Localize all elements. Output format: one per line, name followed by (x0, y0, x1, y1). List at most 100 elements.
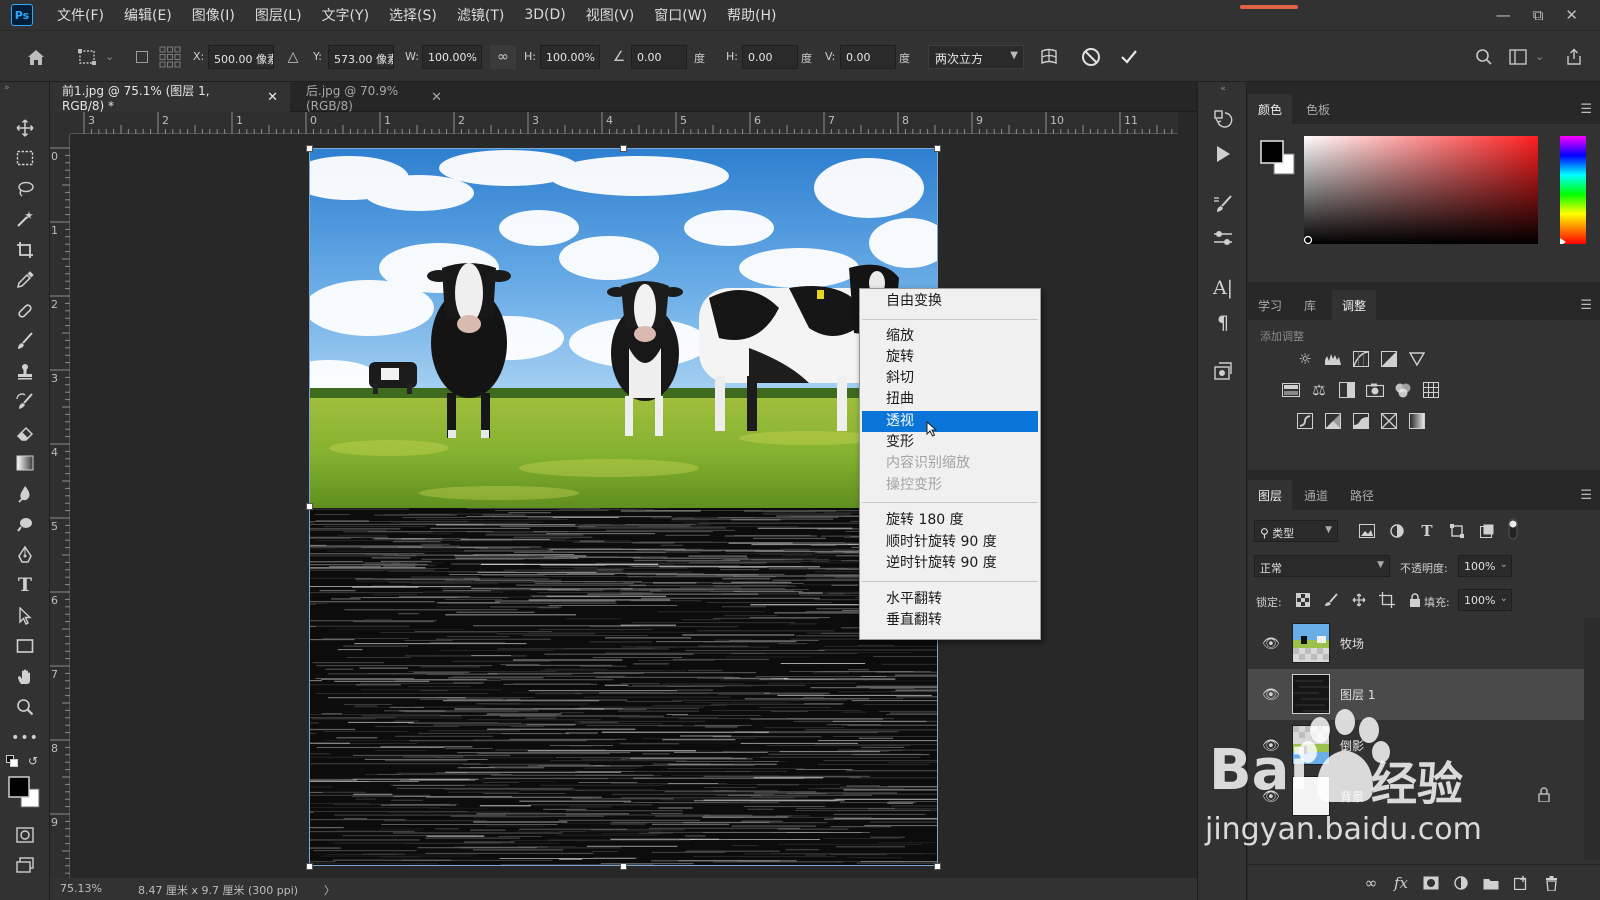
actions-play-icon[interactable] (1210, 141, 1236, 167)
lasso-tool-icon[interactable] (12, 177, 38, 201)
link-icon[interactable]: ∞ (1360, 872, 1382, 894)
menu-item-distort[interactable]: 扭曲 (862, 389, 1038, 410)
filter-toggle-icon[interactable] (1502, 518, 1524, 540)
swap-colors-icon[interactable]: ↺ (26, 754, 40, 768)
crop-tool-icon[interactable] (12, 238, 38, 262)
rectangle-tool-icon[interactable] (12, 634, 38, 658)
3d-panel-icon[interactable] (1210, 359, 1236, 385)
marquee-tool-icon[interactable] (12, 146, 38, 170)
adjustment-icon[interactable] (1450, 872, 1472, 894)
magic-wand-tool-icon[interactable] (12, 207, 38, 231)
tab-paths[interactable]: 路径 (1340, 480, 1384, 510)
menu-item-flip-vertical[interactable]: 垂直翻转 (862, 610, 1038, 631)
fx-icon[interactable]: fx (1390, 872, 1412, 894)
selective-color-icon[interactable] (1378, 410, 1400, 432)
more-tools-icon[interactable]: ••• (11, 726, 38, 750)
warp-mode-icon[interactable] (1036, 45, 1062, 69)
move-tool-icon[interactable] (12, 116, 38, 140)
lock-transparent-icon[interactable] (1292, 589, 1314, 611)
transform-handle[interactable] (306, 503, 313, 510)
menu-item-rotate-90-ccw[interactable]: 逆时针旋转 90 度 (862, 553, 1038, 574)
photo-filter-icon[interactable] (1364, 379, 1386, 401)
ruler-origin[interactable] (50, 112, 70, 134)
folder-icon[interactable] (1480, 872, 1502, 894)
quick-mask-icon[interactable] (12, 823, 38, 847)
tab-document-front[interactable]: 前1.jpg @ 75.1% (图层 1, RGB/8) * ✕ (50, 82, 290, 113)
visibility-eye-icon[interactable]: 👁 (1262, 687, 1280, 703)
gradient-map-icon[interactable] (1406, 410, 1428, 432)
menu-type[interactable]: 文字(Y) (322, 5, 369, 25)
reference-point-checkbox[interactable] (134, 45, 150, 69)
workspace-chevron-icon[interactable]: ⌄ (1535, 50, 1544, 63)
restore-icon[interactable]: ⧉ (1533, 6, 1544, 24)
blur-tool-icon[interactable] (12, 482, 38, 506)
cancel-transform-icon[interactable] (1078, 45, 1104, 69)
menu-3d[interactable]: 3D(D) (524, 7, 565, 23)
search-icon[interactable] (1472, 45, 1496, 69)
transform-handle[interactable] (306, 863, 313, 870)
vskew-field[interactable]: 0.00 (840, 45, 896, 69)
commit-transform-icon[interactable] (1116, 45, 1142, 69)
menu-item-flip-horizontal[interactable]: 水平翻转 (862, 589, 1038, 610)
history-brush-tool-icon[interactable] (12, 390, 38, 414)
black-white-icon[interactable] (1336, 379, 1358, 401)
transform-handle[interactable] (620, 863, 627, 870)
fill-field[interactable]: 100% ⌄ (1458, 589, 1512, 611)
close-icon[interactable]: ✕ (267, 90, 278, 105)
lock-artboard-icon[interactable] (1376, 589, 1398, 611)
color-balance-icon[interactable]: ⚖ (1308, 379, 1330, 401)
collapse-toolbar-icon[interactable]: » (4, 82, 30, 94)
menu-layer[interactable]: 图层(L) (255, 5, 302, 25)
filter-pixel-icon[interactable] (1356, 520, 1378, 542)
filter-shape-icon[interactable] (1446, 520, 1468, 542)
share-icon[interactable] (1562, 45, 1586, 69)
width-field[interactable]: 100.00% (422, 45, 482, 69)
panel-menu-icon[interactable]: ☰ (1580, 488, 1592, 503)
menu-item-rotate-180[interactable]: 旋转 180 度 (862, 510, 1038, 531)
type-tool-icon[interactable]: T (12, 573, 38, 597)
levels-icon[interactable] (1322, 348, 1344, 370)
layer-name[interactable]: 倒影 (1340, 737, 1364, 754)
color-picker-field[interactable] (1303, 136, 1538, 245)
layer-filter-select[interactable]: ⚲ 类型 ▼ (1254, 520, 1338, 542)
y-position-field[interactable]: 573.00 像素 (328, 45, 394, 69)
healing-brush-tool-icon[interactable] (12, 299, 38, 323)
trash-icon[interactable] (1540, 872, 1562, 894)
menu-image[interactable]: 图像(I) (192, 5, 235, 25)
gradient-tool-icon[interactable] (12, 451, 38, 475)
opacity-field[interactable]: 100% ⌄ (1458, 555, 1512, 577)
lock-pixels-icon[interactable] (1320, 589, 1342, 611)
close-icon[interactable]: ✕ (431, 90, 442, 105)
menu-file[interactable]: 文件(F) (57, 5, 104, 25)
zoom-level[interactable]: 75.13% (60, 882, 102, 895)
tab-layers[interactable]: 图层 (1248, 480, 1293, 510)
menu-filter[interactable]: 滤镜(T) (457, 5, 504, 25)
layer-row[interactable]: 👁 图层 1 (1248, 669, 1584, 720)
visibility-eye-icon[interactable]: 👁 (1262, 636, 1280, 652)
filter-adjustment-icon[interactable] (1386, 520, 1408, 542)
history-panel-icon[interactable] (1210, 106, 1236, 132)
menu-item-perspective[interactable]: 透视 (862, 411, 1038, 432)
menu-item-skew[interactable]: 斜切 (862, 368, 1038, 389)
status-menu-arrow[interactable]: 〉 (324, 882, 335, 898)
color-swatch-fg-bg[interactable] (1260, 140, 1296, 179)
exposure-icon[interactable] (1378, 348, 1400, 370)
visibility-eye-icon[interactable]: 👁 (1262, 789, 1280, 805)
lock-all-icon[interactable] (1404, 589, 1426, 611)
new-layer-icon[interactable] (1510, 872, 1532, 894)
layer-name[interactable]: 牧场 (1340, 635, 1364, 652)
brush-tool-icon[interactable] (12, 329, 38, 353)
menu-item-scale[interactable]: 缩放 (862, 326, 1038, 347)
tab-channels[interactable]: 通道 (1294, 480, 1338, 510)
eyedropper-tool-icon[interactable] (12, 268, 38, 292)
layer-name[interactable]: 图层 1 (1340, 686, 1375, 703)
invert-icon[interactable] (1294, 410, 1316, 432)
layers-scrollbar[interactable] (1584, 618, 1600, 860)
foreground-background-colors[interactable] (6, 774, 42, 810)
dodge-tool-icon[interactable] (12, 512, 38, 536)
menu-item-warp[interactable]: 变形 (862, 432, 1038, 453)
panel-menu-icon[interactable]: ☰ (1580, 102, 1592, 117)
path-selection-tool-icon[interactable] (12, 604, 38, 628)
tab-swatches[interactable]: 色板 (1296, 94, 1340, 124)
minimize-icon[interactable]: — (1496, 6, 1511, 24)
